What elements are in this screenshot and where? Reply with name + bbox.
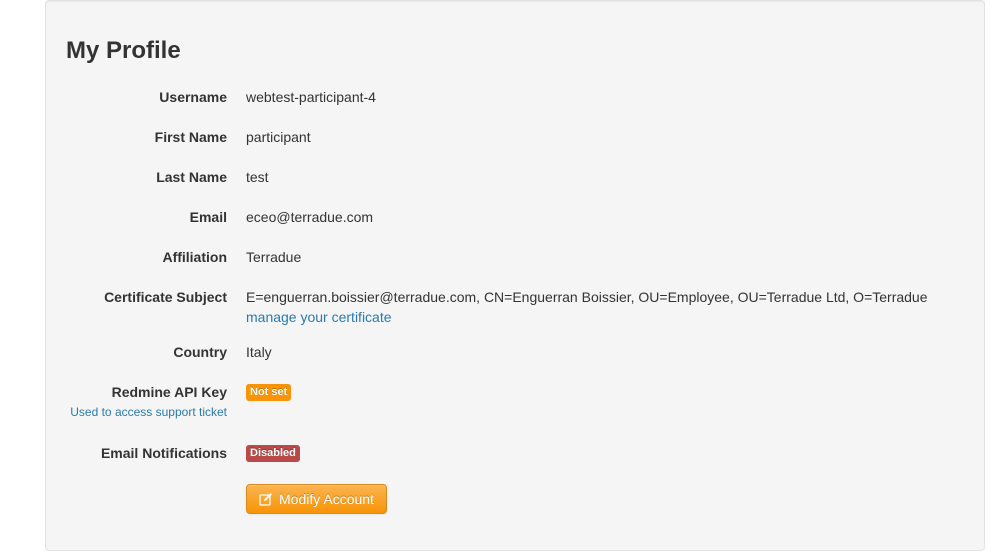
modify-account-label: Modify Account xyxy=(279,491,374,507)
profile-panel: My Profile Username webtest-participant-… xyxy=(45,0,985,551)
redmine-api-key-status-badge: Not set xyxy=(246,384,292,401)
username-value: webtest-participant-4 xyxy=(246,89,376,105)
certificate-subject-value: E=enguerran.boissier@terradue.com, CN=En… xyxy=(246,289,928,305)
last-name-value: test xyxy=(246,169,269,185)
certificate-subject-label: Certificate Subject xyxy=(104,289,227,305)
email-value: eceo@terradue.com xyxy=(246,209,374,225)
modify-account-button[interactable]: Modify Account xyxy=(246,484,387,514)
email-notifications-label: Email Notifications xyxy=(100,445,227,461)
edit-icon xyxy=(259,492,273,506)
affiliation-value: Terradue xyxy=(246,249,302,265)
last-name-label: Last Name xyxy=(156,169,227,185)
email-notifications-status-badge: Disabled xyxy=(246,445,300,462)
country-label: Country xyxy=(173,344,227,360)
country-value: Italy xyxy=(246,344,272,360)
first-name-label: First Name xyxy=(154,129,227,145)
page-title: My Profile xyxy=(66,37,181,64)
redmine-api-key-hint: Used to access support ticket xyxy=(70,405,227,419)
redmine-api-key-label: Redmine API Key xyxy=(111,384,227,400)
affiliation-label: Affiliation xyxy=(162,249,227,265)
manage-certificate-link[interactable]: manage your certificate xyxy=(246,307,392,327)
first-name-value: participant xyxy=(246,129,311,145)
username-label: Username xyxy=(159,89,227,105)
email-label: Email xyxy=(189,209,227,225)
